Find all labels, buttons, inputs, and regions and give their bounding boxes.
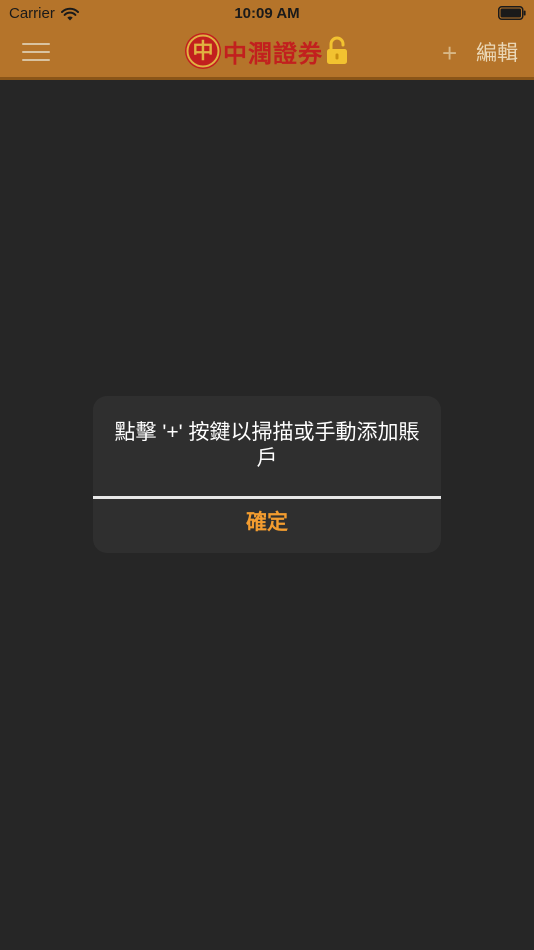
alert-dialog: 點擊 '+' 按鍵以掃描或手動添加賬戶 確定	[93, 396, 441, 553]
logo-emblem-icon: 中	[185, 33, 221, 69]
status-bar: Carrier 10:09 AM	[0, 0, 534, 28]
battery-icon	[498, 6, 526, 20]
add-button[interactable]: +	[442, 38, 457, 68]
status-time: 10:09 AM	[234, 5, 300, 22]
app-logo: 中 中潤證券	[184, 31, 350, 71]
logo-text: 中潤證券	[223, 40, 323, 68]
alert-message: 點擊 '+' 按鍵以掃描或手動添加賬戶	[114, 421, 420, 470]
confirm-button[interactable]: 確定	[93, 499, 441, 553]
app-header: Carrier 10:09 AM 中 中潤證券 + 編輯	[0, 0, 534, 80]
edit-button[interactable]: 編輯	[476, 40, 518, 68]
hamburger-menu-icon[interactable]	[22, 43, 52, 65]
lock-icon	[327, 36, 347, 64]
logo-emblem-glyph: 中	[193, 39, 214, 63]
